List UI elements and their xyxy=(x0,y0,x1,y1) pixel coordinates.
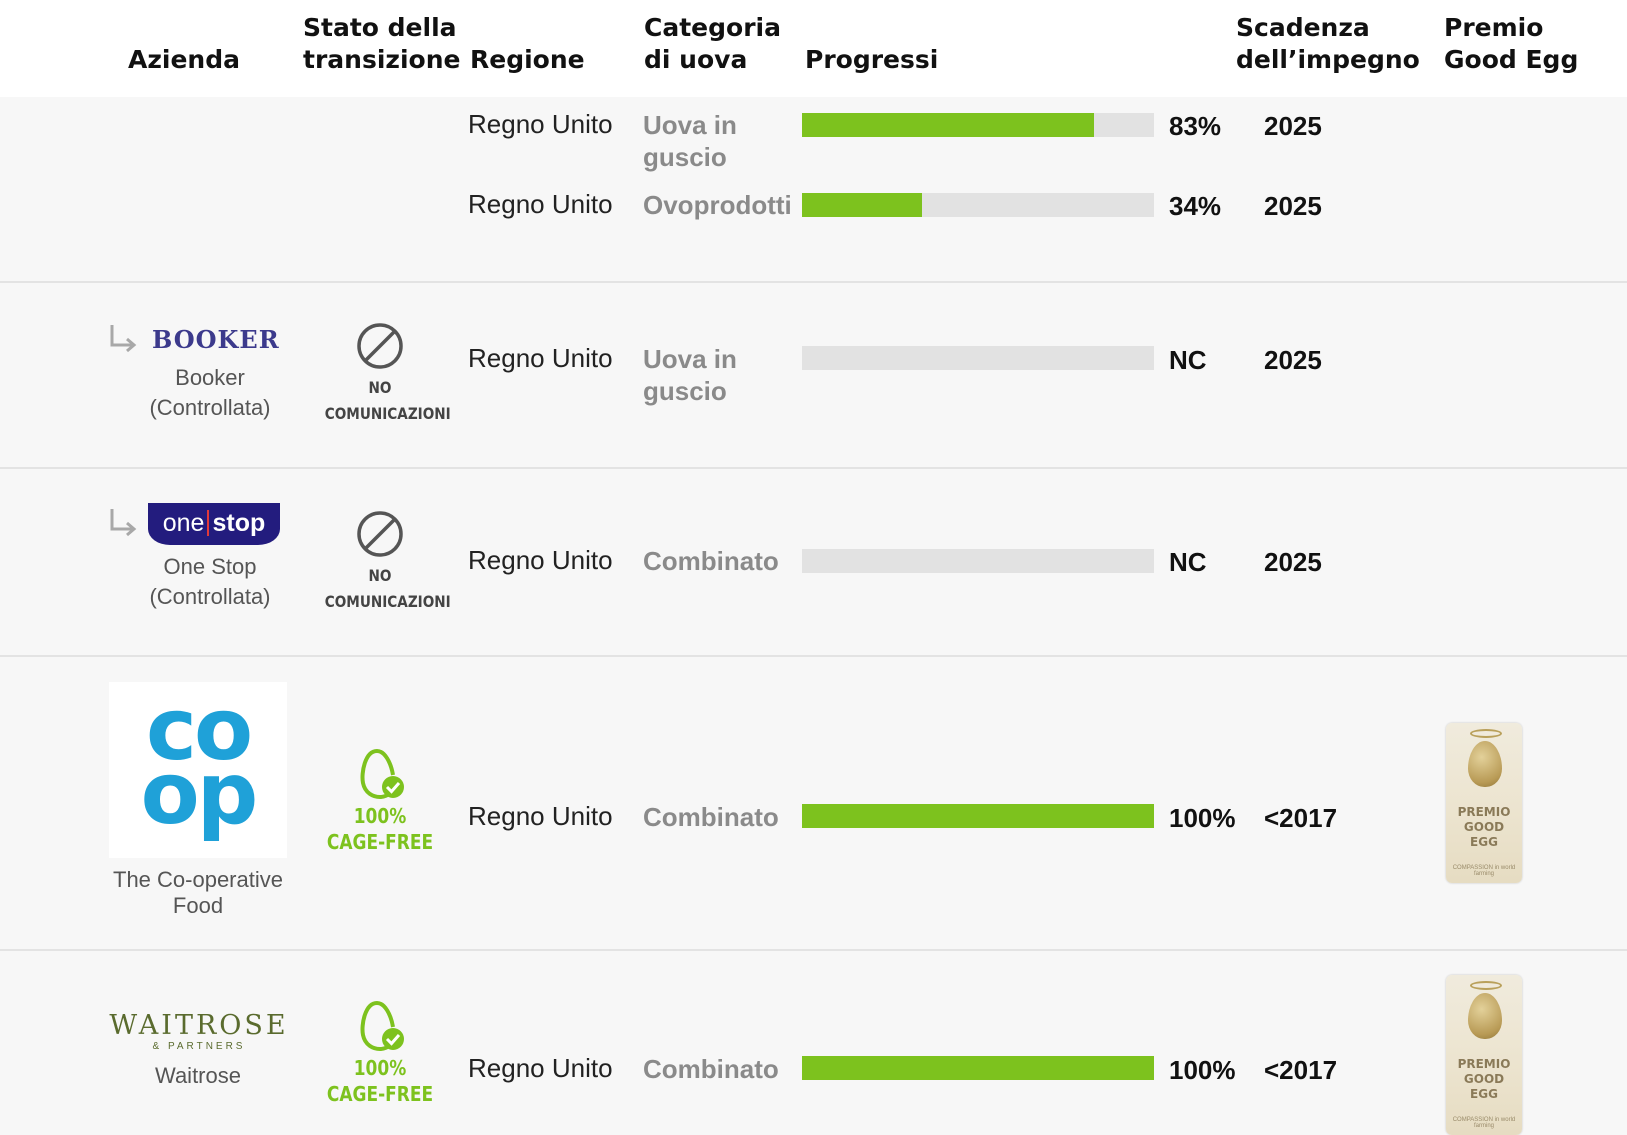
company-name: One Stop (Controllata) xyxy=(149,554,271,609)
progress-bar-fill xyxy=(802,193,922,217)
egg-check-icon xyxy=(360,1001,404,1052)
no-communication-icon xyxy=(357,511,403,557)
progress-bar xyxy=(802,804,1154,828)
category-cell: Combinato xyxy=(643,802,779,832)
company-name: Booker (Controllata) xyxy=(149,365,271,420)
progress-bar xyxy=(802,1056,1154,1080)
table-row: one stop One Stop (Controllata) NO COMUNI… xyxy=(0,469,1627,657)
egg-check-icon xyxy=(360,749,404,800)
progress-bar-fill xyxy=(802,1056,1154,1080)
header-progress: Progressi xyxy=(805,45,939,74)
waitrose-logo: WAITROSE & PARTNERS xyxy=(109,1010,289,1053)
table-row: BOOKER Booker (Controllata) NO COMUNICAZ… xyxy=(0,283,1627,469)
category-cell: Combinato xyxy=(643,1054,779,1084)
subsidiary-arrow-icon xyxy=(110,325,137,353)
progress-label: NC xyxy=(1169,547,1207,577)
company-name: The Co-operative Food xyxy=(113,867,283,918)
progress-label: 83% xyxy=(1169,111,1222,141)
header-category: Categoria di uova xyxy=(644,13,781,74)
good-egg-award: PREMIO GOOD EGG COMPASSION in world farm… xyxy=(1446,723,1522,883)
deadline-cell: <2017 xyxy=(1264,803,1338,833)
region-cell: Regno Unito xyxy=(468,109,613,139)
golden-egg-icon xyxy=(1468,993,1502,1039)
deadline-cell: <2017 xyxy=(1264,1055,1338,1085)
progress-bar xyxy=(802,549,1154,573)
header-status: Stato della transizione xyxy=(303,13,461,74)
onestop-logo: one stop xyxy=(148,503,280,545)
region-cell: Regno Unito xyxy=(468,1053,613,1083)
booker-logo: BOOKER xyxy=(152,325,280,354)
table-row: co op The Co-operative Food 100% CAGE-FR… xyxy=(0,657,1627,951)
progress-bar xyxy=(802,193,1154,217)
deadline-cell: 2025 xyxy=(1264,547,1322,577)
deadline-cell: 2025 xyxy=(1264,191,1322,221)
deadline-cell: 2025 xyxy=(1264,111,1322,141)
header-deadline: Scadenza dell’impegno xyxy=(1236,13,1420,74)
good-egg-award: PREMIO GOOD EGG COMPASSION in world farm… xyxy=(1446,975,1522,1135)
company-name: Waitrose xyxy=(155,1063,241,1088)
status-cell: 100% CAGE-FREE xyxy=(315,747,445,855)
progress-bar xyxy=(802,113,1154,137)
progress-label: 34% xyxy=(1169,191,1222,221)
status-cell: 100% CAGE-FREE xyxy=(315,999,445,1107)
region-cell: Regno Unito xyxy=(468,343,613,373)
header-region: Regione xyxy=(470,45,585,74)
header-company: Azienda xyxy=(128,45,240,74)
region-cell: Regno Unito xyxy=(468,545,613,575)
no-communication-icon xyxy=(357,323,403,369)
table-row: WAITROSE & PARTNERS Waitrose 100% CAGE-F… xyxy=(0,951,1627,1135)
region-cell: Regno Unito xyxy=(468,801,613,831)
deadline-cell: 2025 xyxy=(1264,345,1322,375)
table-row: Regno Unito Uova in guscio 83% 2025 Regn… xyxy=(0,97,1627,283)
table-header: Azienda Stato della transizione Regione … xyxy=(0,0,1627,99)
entry-row: Regno Unito Uova in guscio 83% 2025 xyxy=(0,109,1627,172)
halo-icon xyxy=(1470,981,1502,990)
progress-label: 100% xyxy=(1169,1055,1236,1085)
category-cell: Uova in guscio xyxy=(643,110,737,172)
category-cell: Uova in guscio xyxy=(643,344,737,406)
entry-row: Regno Unito Ovoprodotti 34% 2025 xyxy=(0,189,1627,249)
progress-bar-fill xyxy=(802,113,1095,137)
status-cell: NO COMUNICAZIONI xyxy=(315,321,451,427)
progress-bar xyxy=(802,346,1154,370)
subsidiary-arrow-icon xyxy=(110,509,137,537)
region-cell: Regno Unito xyxy=(468,189,613,219)
halo-icon xyxy=(1470,729,1502,738)
progress-label: NC xyxy=(1169,345,1207,375)
category-cell: Combinato xyxy=(643,546,779,576)
progress-label: 100% xyxy=(1169,803,1236,833)
progress-bar-fill xyxy=(802,804,1154,828)
status-cell: NO COMUNICAZIONI xyxy=(315,509,451,615)
coop-logo: co op xyxy=(109,682,287,858)
header-award: Premio Good Egg xyxy=(1444,13,1579,74)
golden-egg-icon xyxy=(1468,741,1502,787)
